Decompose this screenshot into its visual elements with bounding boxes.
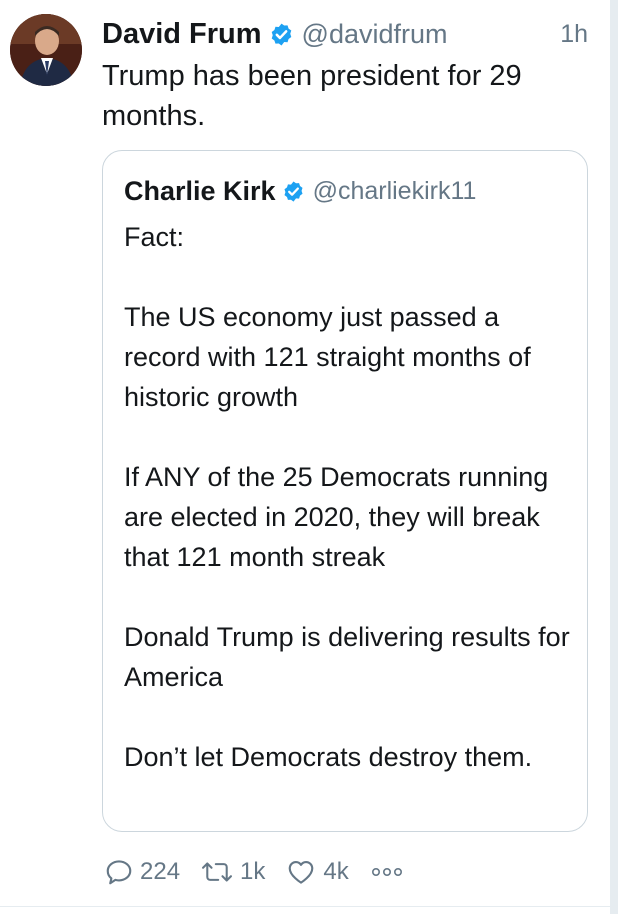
retweet-count: 1k <box>240 858 266 885</box>
author-name[interactable]: David Frum <box>102 18 262 51</box>
quoted-paragraph: Fact: <box>124 222 185 252</box>
author-handle[interactable]: @davidfrum <box>302 19 448 50</box>
quoted-paragraph: The US economy just passed a record with… <box>124 302 531 412</box>
quoted-tweet-header: Charlie Kirk @charliekirk11 <box>124 173 476 209</box>
tweet-header: David Frum @davidfrum <box>102 16 448 52</box>
quoted-paragraph: If ANY of the 25 Democrats running are e… <box>124 462 549 572</box>
verified-badge-icon <box>282 180 305 203</box>
heart-icon <box>285 857 317 887</box>
quoted-tweet-text: Fact: The US economy just passed a recor… <box>124 217 574 777</box>
tweet-divider <box>0 906 610 907</box>
tweet-actions: 224 1k 4k <box>104 853 405 891</box>
more-options-button[interactable] <box>371 858 405 886</box>
retweet-button[interactable]: 1k <box>200 857 265 887</box>
reply-icon <box>104 857 134 887</box>
timestamp[interactable]: 1h <box>560 20 588 49</box>
avatar-image <box>10 14 82 86</box>
quoted-author-handle: @charliekirk11 <box>312 176 477 205</box>
avatar[interactable] <box>10 14 82 86</box>
reply-button[interactable]: 224 <box>104 857 180 887</box>
like-count: 4k <box>323 858 349 885</box>
quoted-tweet-card[interactable]: Charlie Kirk @charliekirk11 Fact: The US… <box>102 150 588 832</box>
reply-count: 224 <box>140 858 181 885</box>
quoted-paragraph: Don’t let Democrats destroy them. <box>124 742 533 772</box>
quoted-paragraph: Donald Trump is delivering results for A… <box>124 622 570 692</box>
retweet-icon <box>200 857 234 887</box>
more-dots-icon <box>371 858 405 886</box>
quoted-author-name: Charlie Kirk <box>124 175 276 206</box>
verified-badge-icon <box>269 22 294 47</box>
like-button[interactable]: 4k <box>285 857 349 887</box>
tweet-text: Trump has been president for 29 months. <box>102 60 522 132</box>
scrollbar-track[interactable] <box>610 0 618 914</box>
